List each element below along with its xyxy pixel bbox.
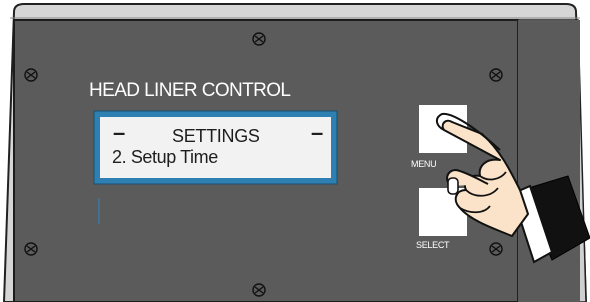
pointing-hand-icon — [436, 112, 590, 264]
